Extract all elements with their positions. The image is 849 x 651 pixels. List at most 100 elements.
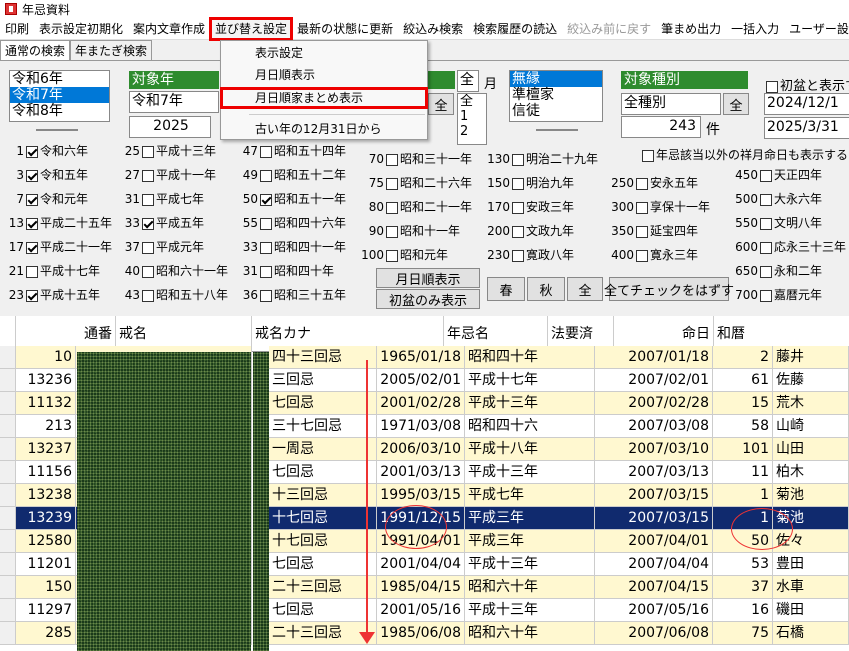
year-checkbox-item[interactable]: 70 昭和三十一年: [358, 151, 472, 167]
list-item[interactable]: 令和6年: [10, 71, 109, 87]
year-checkbox-item[interactable]: 7 令和元年: [8, 191, 88, 207]
year-checkbox-item[interactable]: 500 大永六年: [728, 191, 822, 207]
year-checkbox[interactable]: [260, 289, 272, 302]
year-checkbox[interactable]: [260, 241, 272, 254]
year-checkbox-item[interactable]: 550 文明八年: [728, 215, 822, 231]
month-order-button[interactable]: 月日順表示: [376, 268, 480, 288]
menu-item-4[interactable]: 最新の状態に更新: [292, 18, 398, 40]
year-checkbox[interactable]: [512, 177, 524, 190]
year-checkbox-item[interactable]: 25 平成十三年: [122, 143, 216, 159]
tab-normal-search[interactable]: 通常の検索: [0, 40, 71, 60]
year-checkbox-item[interactable]: 55 昭和四十六年: [240, 215, 346, 231]
first-bon-checkbox[interactable]: [766, 80, 778, 93]
year-checkbox[interactable]: [636, 249, 648, 262]
year-checkbox-item[interactable]: 300 享保十一年: [604, 199, 710, 215]
year-checkbox[interactable]: [260, 217, 272, 230]
year-checkbox[interactable]: [760, 241, 772, 254]
year-checkbox-item[interactable]: 50 昭和五十一年: [240, 191, 346, 207]
year-checkbox[interactable]: [142, 193, 154, 206]
year-checkbox[interactable]: [26, 289, 38, 302]
menu-item-8[interactable]: 筆まめ出力: [656, 18, 726, 40]
year-checkbox[interactable]: [636, 225, 648, 238]
year-checkbox[interactable]: [512, 249, 524, 262]
year-checkbox-item[interactable]: 49 昭和五十二年: [240, 167, 346, 183]
list-item[interactable]: 無縁: [510, 71, 602, 87]
first-bon-option[interactable]: 初盆と表示す: [764, 75, 849, 94]
menu-item-date-order-family[interactable]: 月日順家まとめ表示: [220, 87, 428, 109]
year-checkbox-item[interactable]: 17 平成二十一年: [8, 239, 112, 255]
year-checkbox[interactable]: [386, 153, 398, 166]
menu-item-10[interactable]: ユーザー設: [784, 18, 849, 40]
year-checkbox[interactable]: [512, 201, 524, 214]
year-checkbox[interactable]: [760, 265, 772, 278]
menu-item-0[interactable]: 印刷: [0, 18, 34, 40]
menu-item-3[interactable]: 並び替え設定: [209, 16, 294, 41]
year-checkbox[interactable]: [260, 145, 272, 158]
year-checkbox-item[interactable]: 37 平成元年: [122, 239, 204, 255]
menu-item-1[interactable]: 表示設定初期化: [34, 18, 128, 40]
list-item[interactable]: 準檀家: [510, 87, 602, 103]
year-checkbox-item[interactable]: 130 明治二十九年: [482, 151, 598, 167]
year-checkbox[interactable]: [142, 217, 154, 230]
first-bon-from[interactable]: 2024/12/1: [764, 93, 849, 115]
year-checkbox-item[interactable]: 75 昭和二十六年: [358, 175, 472, 191]
year-checkbox-item[interactable]: 230 寛政八年: [482, 247, 574, 263]
list-item[interactable]: 令和7年: [10, 87, 109, 103]
year-checkbox[interactable]: [142, 289, 154, 302]
year-checkbox-item[interactable]: 47 昭和五十四年: [240, 143, 346, 159]
menu-item-9[interactable]: 一括入力: [726, 18, 784, 40]
list-item[interactable]: 全: [458, 94, 486, 109]
list-item[interactable]: 令和8年: [10, 103, 109, 119]
year-checkbox-item[interactable]: 40 昭和六十一年: [122, 263, 228, 279]
year-checkbox-item[interactable]: 43 昭和五十八年: [122, 287, 228, 303]
year-checkbox[interactable]: [386, 201, 398, 214]
year-checkbox-item[interactable]: 23 平成十五年: [8, 287, 100, 303]
year-checkbox-item[interactable]: 170 安政三年: [482, 199, 574, 215]
other-month-checkbox[interactable]: [642, 149, 654, 162]
year-checkbox[interactable]: [142, 241, 154, 254]
year-checkbox[interactable]: [760, 217, 772, 230]
menu-item-from-dec31[interactable]: 古い年の12月31日から: [221, 119, 427, 139]
year-checkbox[interactable]: [512, 153, 524, 166]
year-checkbox[interactable]: [260, 193, 272, 206]
year-checkbox[interactable]: [26, 265, 38, 278]
year-checkbox-item[interactable]: 350 延宝四年: [604, 223, 698, 239]
year-checkbox-item[interactable]: 33 平成五年: [122, 215, 204, 231]
all-season-button[interactable]: 全: [567, 277, 603, 301]
year-checkbox-item[interactable]: 650 永和二年: [728, 263, 822, 279]
year-checkbox-item[interactable]: 1 令和六年: [8, 143, 88, 159]
year-checkbox[interactable]: [26, 241, 38, 254]
year-checkbox[interactable]: [636, 177, 648, 190]
year-checkbox-item[interactable]: 27 平成十一年: [122, 167, 216, 183]
menu-item-5[interactable]: 絞込み検索: [398, 18, 468, 40]
autumn-button[interactable]: 秋: [527, 277, 565, 301]
list-item[interactable]: 2: [458, 124, 486, 139]
year-checkbox[interactable]: [260, 169, 272, 182]
target-year-field[interactable]: 令和7年: [129, 91, 219, 113]
month-list[interactable]: 全 1 2: [457, 93, 487, 145]
menu-item-6[interactable]: 検索履歴の読込: [468, 18, 562, 40]
year-checkbox-item[interactable]: 13 平成二十五年: [8, 215, 112, 231]
target-type-field[interactable]: 全種別: [621, 93, 721, 115]
year-checkbox[interactable]: [26, 169, 38, 182]
year-checkbox[interactable]: [26, 145, 38, 158]
year-checkbox-item[interactable]: 150 明治九年: [482, 175, 574, 191]
other-month-option[interactable]: 年忌該当以外の祥月命日も表示する: [640, 146, 848, 163]
year-checkbox[interactable]: [142, 169, 154, 182]
year-checkbox[interactable]: [142, 265, 154, 278]
all-button-1[interactable]: 全: [428, 93, 454, 115]
month-select[interactable]: 全: [457, 70, 479, 92]
list-item[interactable]: 信徒: [510, 103, 602, 119]
category-list[interactable]: 無縁 準檀家 信徒: [509, 70, 603, 122]
year-checkbox[interactable]: [26, 217, 38, 230]
year-checkbox[interactable]: [260, 265, 272, 278]
year-checkbox-item[interactable]: 450 天正四年: [728, 167, 822, 183]
year-checkbox[interactable]: [26, 193, 38, 206]
year-checkbox-item[interactable]: 36 昭和三十五年: [240, 287, 346, 303]
spring-button[interactable]: 春: [487, 277, 525, 301]
year-checkbox-item[interactable]: 250 安永五年: [604, 175, 698, 191]
all-button-2[interactable]: 全: [723, 93, 749, 115]
menu-item-7[interactable]: 絞込み前に戻す: [562, 18, 656, 40]
year-checkbox[interactable]: [142, 145, 154, 158]
uncheck-all-button[interactable]: 全てチェックをはずす: [604, 277, 734, 301]
